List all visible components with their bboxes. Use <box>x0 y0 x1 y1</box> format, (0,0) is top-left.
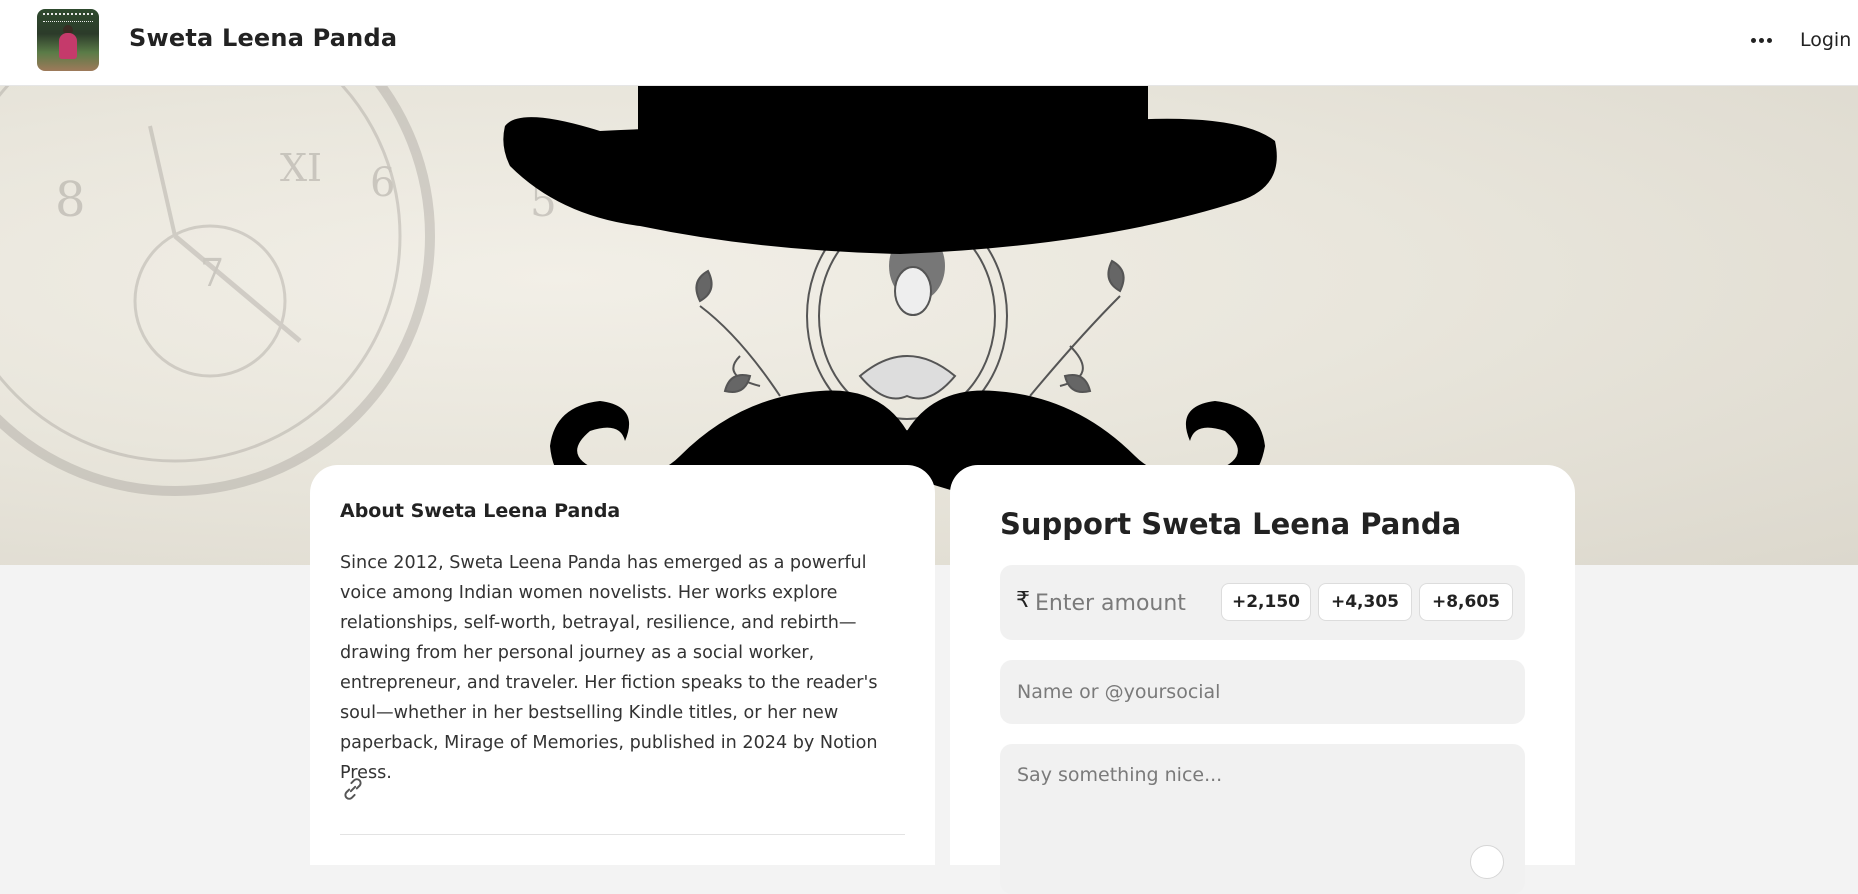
login-button[interactable]: Login <box>1800 29 1851 51</box>
amount-input[interactable] <box>1033 583 1197 623</box>
emoji-icon[interactable] <box>1470 845 1504 879</box>
quick-amount-button[interactable]: +8,605 <box>1419 583 1513 621</box>
top-hat-illustration <box>503 86 1277 254</box>
link-icon[interactable] <box>340 776 366 802</box>
svg-text:XI: XI <box>280 146 322 190</box>
avatar-photo-figure <box>59 33 77 59</box>
divider <box>340 834 905 835</box>
quick-amount-button[interactable]: +4,305 <box>1318 583 1412 621</box>
support-card: Support Sweta Leena Panda ₹ +2,150 +4,30… <box>950 465 1575 894</box>
avatar-photo-text <box>43 13 93 22</box>
svg-text:7: 7 <box>200 251 224 295</box>
rupee-icon: ₹ <box>1016 588 1030 613</box>
about-description: Since 2012, Sweta Leena Panda has emerge… <box>340 553 878 783</box>
dot <box>1750 37 1756 43</box>
dot <box>1766 37 1772 43</box>
name-input[interactable] <box>1000 660 1525 724</box>
about-card: About Sweta Leena Panda Since 2012, Swet… <box>310 465 935 865</box>
support-title: Support Sweta Leena Panda <box>1000 507 1462 541</box>
amount-box: ₹ +2,150 +4,305 +8,605 <box>1000 565 1525 640</box>
quick-amount-button[interactable]: +2,150 <box>1221 583 1311 621</box>
about-title: About Sweta Leena Panda <box>340 500 621 522</box>
message-input[interactable] <box>1000 744 1525 894</box>
clock-illustration: 8 6 5 XI 7 <box>0 86 557 496</box>
more-horizontal-icon[interactable] <box>1746 24 1776 56</box>
svg-text:8: 8 <box>55 172 86 228</box>
dot <box>1758 37 1764 43</box>
site-title[interactable]: Sweta Leena Panda <box>129 24 397 52</box>
avatar[interactable] <box>37 9 99 71</box>
svg-text:6: 6 <box>370 160 395 206</box>
top-bar: Sweta Leena Panda Login <box>0 0 1858 86</box>
